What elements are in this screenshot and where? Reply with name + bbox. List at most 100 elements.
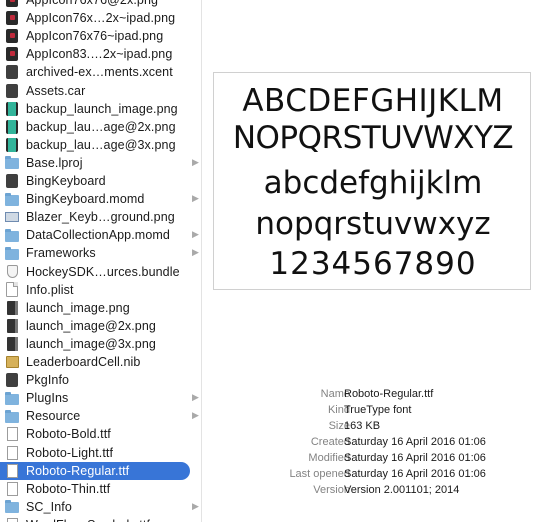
app-icon (5, 47, 19, 62)
file-name-label: AppIcon76x76@2x.png (26, 0, 159, 7)
nib-icon (5, 355, 19, 370)
info-value: Version 2.001101; 2014 (344, 484, 460, 496)
file-row[interactable]: Blazer_Keyb…ground.png (0, 208, 201, 226)
file-name-label: launch_image.png (26, 300, 130, 315)
folder-row[interactable]: Base.lproj ▶ (0, 154, 201, 172)
file-row[interactable]: backup_launch_image.png (0, 100, 201, 118)
info-row: Kind TrueType font (213, 402, 533, 418)
preview-lowercase-line-2: nopqrstuvwxyz (255, 206, 491, 242)
app-icon (5, 29, 19, 44)
file-name-label: DataCollectionApp.momd (26, 228, 170, 243)
document-icon (5, 282, 19, 298)
disclosure-chevron-icon[interactable]: ▶ (192, 193, 199, 204)
info-value: Roboto-Regular.ttf (344, 388, 434, 400)
app-icon (5, 0, 19, 8)
file-name-label: launch_image@2x.png (26, 318, 156, 333)
file-row[interactable]: backup_lau…age@2x.png (0, 118, 201, 136)
file-row[interactable]: HockeySDK…urces.bundle (0, 263, 201, 281)
file-name-label: AppIcon83.…2x~ipad.png (26, 47, 173, 62)
file-row[interactable]: PkgInfo (0, 371, 201, 389)
file-name-label: Base.lproj (26, 155, 83, 170)
folder-icon (5, 192, 19, 207)
file-row[interactable]: launch_image@3x.png (0, 335, 201, 353)
file-name-label: BingKeyboard.momd (26, 192, 145, 207)
disclosure-chevron-icon[interactable]: ▶ (192, 247, 199, 258)
file-row[interactable]: AppIcon76x76~ipad.png (0, 27, 201, 45)
info-value: TrueType font (344, 404, 412, 416)
file-name-label: PlugIns (26, 391, 69, 406)
preview-lowercase-line-1: abcdefghijklm (263, 165, 483, 201)
folder-icon (5, 409, 19, 424)
info-value: Saturday 16 April 2016 01:06 (344, 452, 486, 464)
font-file-icon (5, 517, 19, 522)
file-name-label: HockeySDK…urces.bundle (26, 264, 180, 279)
folder-row[interactable]: Resource ▶ (0, 407, 201, 425)
file-name-label: BingKeyboard (26, 174, 106, 188)
file-row[interactable]: Roboto-Regular.ttf (0, 461, 201, 480)
file-name-label: SC_Info (26, 499, 72, 514)
image-icon (5, 119, 19, 134)
folder-row[interactable]: SC_Info ▶ (0, 498, 201, 516)
file-name-label: PkgInfo (26, 373, 70, 388)
font-file-icon (5, 445, 19, 460)
document-icon (5, 83, 19, 98)
file-row[interactable]: AppIcon76x…2x~ipad.png (0, 9, 201, 27)
info-row: Modified Saturday 16 April 2016 01:06 (213, 450, 533, 466)
disclosure-chevron-icon[interactable]: ▶ (192, 157, 199, 168)
file-row[interactable]: Roboto-Bold.ttf (0, 425, 201, 443)
file-name-label: WordFlow-Symbols.ttf (26, 518, 150, 522)
file-row[interactable]: backup_lau…age@3x.png (0, 136, 201, 154)
file-name-label: Resource (26, 409, 81, 424)
disclosure-chevron-icon[interactable]: ▶ (192, 410, 199, 421)
image-icon (5, 318, 19, 333)
file-row[interactable]: LeaderboardCell.nib (0, 353, 201, 371)
file-name-label: Blazer_Keyb…ground.png (26, 210, 175, 225)
bundle-icon (5, 264, 19, 279)
folder-row[interactable]: PlugIns ▶ (0, 389, 201, 407)
file-row[interactable]: Info.plist (0, 281, 201, 299)
info-value: Saturday 16 April 2016 01:06 (344, 468, 486, 480)
file-name-label: Roboto-Thin.ttf (26, 481, 111, 496)
image-icon (5, 101, 19, 116)
file-name-label: backup_lau…age@2x.png (26, 119, 176, 134)
disclosure-chevron-icon[interactable]: ▶ (192, 392, 199, 403)
folder-row[interactable]: Frameworks ▶ (0, 244, 201, 262)
file-name-label: Roboto-Bold.ttf (26, 427, 111, 442)
file-row[interactable]: launch_image@2x.png (0, 317, 201, 335)
document-icon (5, 65, 19, 80)
file-row[interactable]: AppIcon83.…2x~ipad.png (0, 45, 201, 63)
font-file-icon (5, 463, 19, 478)
file-name-label: Assets.car (26, 83, 86, 98)
file-row[interactable]: BingKeyboard (0, 172, 201, 190)
file-row[interactable]: WordFlow-Symbols.ttf (0, 516, 201, 522)
file-row[interactable]: Roboto-Light.ttf (0, 444, 201, 462)
file-name-label: backup_launch_image.png (26, 101, 178, 116)
image-icon (5, 300, 19, 315)
preview-uppercase-line-1: ABCDEFGHIJKLM (242, 83, 504, 119)
file-row[interactable]: Assets.car (0, 82, 201, 100)
document-icon (5, 373, 19, 388)
file-name-label: AppIcon76x76~ipad.png (26, 29, 164, 44)
folder-icon (5, 499, 19, 514)
folder-icon (5, 391, 19, 406)
disclosure-chevron-icon[interactable]: ▶ (192, 501, 199, 512)
info-key: Last opened (289, 468, 350, 480)
folder-row[interactable]: DataCollectionApp.momd ▶ (0, 226, 201, 244)
disclosure-chevron-icon[interactable]: ▶ (192, 229, 199, 240)
folder-row[interactable]: BingKeyboard.momd ▶ (0, 190, 201, 208)
file-name-label: LeaderboardCell.nib (26, 355, 141, 369)
info-row: Last opened Saturday 16 April 2016 01:06 (213, 466, 533, 482)
info-row: Size 163 KB (213, 418, 533, 434)
file-row[interactable]: AppIcon76x76@2x.png (0, 0, 201, 9)
info-value: Saturday 16 April 2016 01:06 (344, 436, 486, 448)
file-name-label: Info.plist (26, 282, 74, 297)
file-info-panel: Name Roboto-Regular.ttf Kind TrueType font S… (213, 386, 533, 498)
font-preview-panel: ABCDEFGHIJKLM NOPQRSTUVWXYZ abcdefghijkl… (213, 72, 531, 290)
file-row[interactable]: launch_image.png (0, 299, 201, 317)
info-row: Version Version 2.001101; 2014 (213, 482, 533, 498)
file-row[interactable]: archived-ex…ments.xcent (0, 63, 201, 81)
font-file-icon (5, 481, 19, 496)
executable-icon (5, 174, 19, 189)
file-name-label: backup_lau…age@3x.png (26, 137, 176, 152)
file-row[interactable]: Roboto-Thin.ttf (0, 480, 201, 498)
